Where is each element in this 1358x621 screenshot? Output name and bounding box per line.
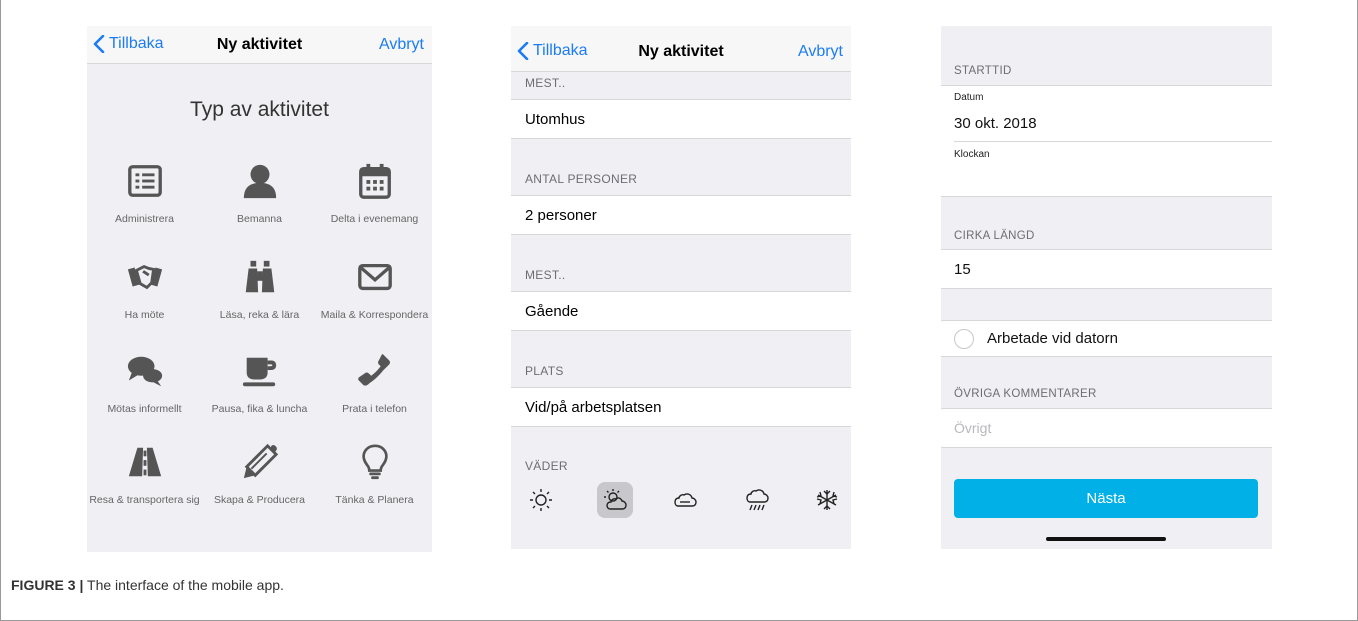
tile-label: Resa & transportera sig: [89, 494, 200, 506]
divider: [954, 141, 1272, 142]
computer-work-row[interactable]: Arbetade vid datorn: [941, 320, 1272, 357]
weather-option-rain[interactable]: [739, 482, 775, 518]
time-value-field[interactable]: [954, 164, 1254, 192]
tile-label: Tänka & Planera: [335, 494, 414, 506]
binoculars-icon: [245, 260, 274, 293]
person-icon: [243, 164, 276, 199]
snowflake-icon: [816, 490, 838, 510]
tile-motas-informellt[interactable]: Mötas informellt: [87, 351, 202, 416]
tile-pausa-fika-luncha[interactable]: Pausa, fika & luncha: [202, 351, 317, 416]
setting-cell[interactable]: 2 personer: [511, 195, 851, 235]
setting-cell[interactable]: Vid/på arbetsplatsen: [511, 387, 851, 427]
activity-type-screen: Tillbaka Ny aktivitet Avbryt Typ av akti…: [87, 26, 432, 552]
weather-option-sun[interactable]: [523, 482, 559, 518]
date-value[interactable]: 30 okt. 2018: [954, 115, 1037, 132]
comments-header: ÖVRIGA KOMMENTARER: [954, 388, 1097, 400]
tile-administrera[interactable]: Administrera: [87, 161, 202, 226]
cancel-button[interactable]: Avbryt: [798, 43, 843, 61]
length-field[interactable]: 15: [941, 249, 1272, 289]
length-value: 15: [954, 261, 971, 278]
list-icon: [127, 165, 162, 197]
calendar-icon: [358, 163, 391, 199]
time-and-comments-screen: STARTTID Datum 30 okt. 2018 Klockan CIRK…: [941, 26, 1272, 549]
start-time-group: Datum 30 okt. 2018 Klockan: [941, 85, 1272, 197]
time-label: Klockan: [954, 149, 990, 160]
figure-frame-left: [0, 0, 1, 621]
sun-icon: [530, 489, 552, 511]
envelope-icon: [357, 263, 392, 291]
navigation-bar: Tillbaka Ny aktivitet Avbryt: [511, 26, 851, 72]
tile-label: Mötas informellt: [107, 403, 182, 415]
weather-selector: [511, 482, 851, 522]
phone-icon: [357, 354, 390, 386]
comments-field[interactable]: Övrigt: [941, 408, 1272, 448]
figure-caption-text: The interface of the mobile app.: [87, 577, 284, 593]
coffee-cup-icon: [242, 357, 276, 387]
tile-maila-korrespondera[interactable]: Maila & Korrespondera: [317, 257, 432, 322]
tile-resa-transportera-sig[interactable]: Resa & transportera sig: [87, 442, 202, 507]
figure-caption: FIGURE 3 | The interface of the mobile a…: [11, 577, 284, 593]
computer-work-label: Arbetade vid datorn: [987, 330, 1118, 347]
lightbulb-icon: [361, 444, 388, 480]
next-button[interactable]: Nästa: [954, 479, 1258, 518]
tile-label: Administrera: [115, 213, 174, 225]
handshake-icon: [127, 264, 162, 290]
weather-header: VÄDER: [525, 459, 568, 473]
weather-option-partly-cloudy[interactable]: [597, 482, 633, 518]
tile-lasa-reka-lara[interactable]: Läsa, reka & lära: [202, 257, 317, 322]
figure-label: FIGURE 3 |: [11, 577, 84, 593]
tile-label: Pausa, fika & luncha: [211, 403, 308, 415]
partly-cloudy-icon: [604, 489, 627, 510]
length-header: CIRKA LÄNGD: [954, 230, 1035, 242]
chat-bubbles-icon: [127, 356, 162, 387]
road-icon: [128, 447, 161, 477]
setting-cell[interactable]: Gående: [511, 291, 851, 331]
navigation-bar: Tillbaka Ny aktivitet Avbryt: [87, 26, 432, 64]
section-header: MEST..: [525, 76, 566, 90]
section-header: ANTAL PERSONER: [525, 172, 638, 186]
tile-label: Ha möte: [124, 309, 165, 321]
cloud-icon: [674, 493, 697, 507]
tile-bemanna[interactable]: Bemanna: [202, 161, 317, 226]
tile-ha-mote[interactable]: Ha möte: [87, 257, 202, 322]
computer-work-checkbox[interactable]: [954, 329, 974, 349]
section-header: PLATS: [525, 364, 564, 378]
tile-label: Delta i evenemang: [330, 213, 419, 225]
weather-option-snow[interactable]: [809, 482, 845, 518]
pencil-icon: [243, 443, 278, 479]
activity-details-screen: Tillbaka Ny aktivitet Avbryt MEST.. Utom…: [511, 26, 851, 549]
tile-label: Läsa, reka & lära: [219, 309, 300, 321]
comments-placeholder: Övrigt: [954, 420, 992, 436]
tile-label: Prata i telefon: [342, 403, 407, 415]
tile-label: Bemanna: [237, 213, 282, 225]
cancel-button[interactable]: Avbryt: [379, 36, 424, 54]
section-header: MEST..: [525, 268, 566, 282]
tile-delta-i-evenemang[interactable]: Delta i evenemang: [317, 161, 432, 226]
home-indicator: [1046, 537, 1166, 541]
weather-option-cloud[interactable]: [667, 482, 703, 518]
tile-tanka-planera[interactable]: Tänka & Planera: [317, 442, 432, 507]
setting-cell[interactable]: Utomhus: [511, 99, 851, 139]
tile-skapa-producera[interactable]: Skapa & Producera: [202, 442, 317, 507]
tile-label: Maila & Korrespondera: [320, 309, 429, 321]
start-time-header: STARTTID: [954, 65, 1012, 77]
activity-type-heading: Typ av aktivitet: [190, 98, 329, 121]
rain-icon: [746, 489, 769, 511]
tile-label: Skapa & Producera: [213, 494, 306, 506]
tile-prata-i-telefon[interactable]: Prata i telefon: [317, 351, 432, 416]
date-label: Datum: [954, 92, 984, 103]
